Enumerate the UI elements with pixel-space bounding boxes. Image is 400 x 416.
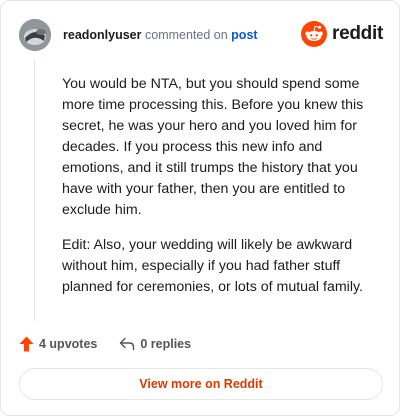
header-text: readonlyuser commented on post (63, 28, 258, 42)
comment-paragraph: Edit: Also, your wedding will likely be … (62, 237, 363, 295)
reddit-logo-icon (301, 21, 328, 47)
upvote-count: 4 upvotes (39, 337, 98, 351)
comment-header: readonlyuser commented on post reddit (19, 19, 383, 51)
reply-button[interactable]: 0 replies (119, 337, 191, 351)
username[interactable]: readonlyuser (63, 28, 142, 42)
brand-wordmark: reddit (332, 23, 383, 44)
reply-count: 0 replies (140, 337, 192, 351)
avatar[interactable] (19, 19, 51, 51)
thread-line (34, 59, 35, 321)
comment-footer: 4 upvotes 0 replies (19, 333, 191, 355)
comment-body: You would be NTA, but you should spend s… (62, 74, 380, 312)
upvote-button[interactable]: 4 upvotes (19, 336, 97, 352)
upvote-arrow-icon (19, 336, 34, 352)
action-text: commented on (145, 28, 228, 42)
reply-icon (120, 337, 135, 351)
embed-card: readonlyuser commented on post reddit Yo… (0, 0, 400, 416)
view-more-button[interactable]: View more on Reddit (19, 368, 383, 400)
comment-paragraph: You would be NTA, but you should spend s… (62, 76, 364, 218)
reddit-brand[interactable]: reddit (301, 21, 383, 47)
post-link[interactable]: post (231, 28, 257, 42)
